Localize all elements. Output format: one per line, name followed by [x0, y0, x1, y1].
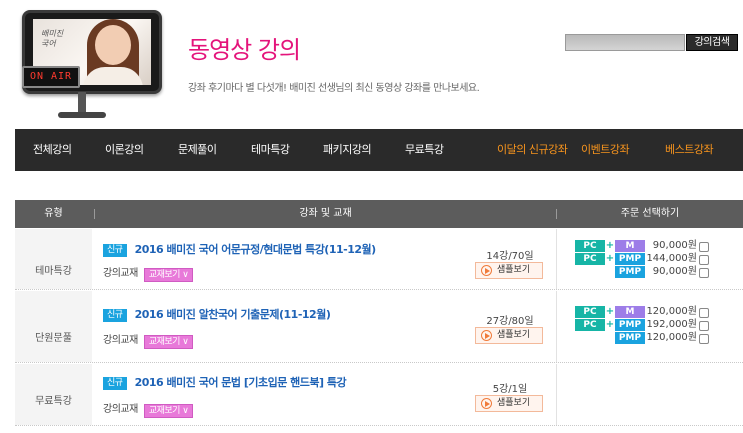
textbook-view-button[interactable]: 교재보기 ∨ [143, 335, 194, 349]
new-badge: 신규 [103, 244, 127, 257]
header-type: 유형 [44, 208, 63, 219]
pmp-tag: PMP [615, 253, 645, 265]
pc-tag: PC [575, 240, 605, 252]
course-title[interactable]: 2016 배미진 국어 어문규정/현대문법 특강(11-12월) [135, 243, 377, 256]
nav-item-event[interactable]: 이벤트강좌 [581, 129, 630, 171]
textbook-label: 강의교재 [103, 335, 138, 346]
search-input[interactable] [565, 34, 685, 51]
price: 144,000원 [646, 253, 697, 264]
mobile-tag: M [615, 306, 645, 318]
pc-tag: PC [575, 253, 605, 265]
order-checkbox[interactable] [699, 334, 709, 344]
price: 120,000원 [646, 332, 697, 343]
table-row: 테마특강 신규 2016 배미진 국어 어문규정/현대문법 특강(11-12월) … [15, 229, 743, 290]
price-option: PC + PMP 192,000원 [575, 319, 709, 332]
pmp-tag: PMP [615, 319, 645, 331]
textbook-area: 강의교재 교재보기 ∨ [103, 264, 194, 282]
play-icon [481, 330, 492, 341]
price-option: PC + M 120,000원 [575, 306, 709, 319]
course-title-link[interactable]: 신규 2016 배미진 알찬국어 기출문제(11-12월) [103, 306, 331, 322]
tv-stand [78, 92, 86, 114]
header-course: 강좌 및 교재 [299, 208, 352, 219]
nav-item-free[interactable]: 무료특강 [405, 129, 444, 171]
textbook-label: 강의교재 [103, 404, 138, 415]
nav-item-monthly-new[interactable]: 이달의 신규강좌 [497, 129, 568, 171]
course-title-link[interactable]: 신규 2016 배미진 국어 문법 [기초입문 핸드북] 특강 [103, 374, 347, 390]
textbook-area: 강의교재 교재보기 ∨ [103, 400, 194, 418]
lecture-count: 14강/70일 [486, 251, 534, 262]
course-title[interactable]: 2016 배미진 알찬국어 기출문제(11-12월) [135, 308, 331, 321]
signature-text: 배미진 국어 [41, 29, 64, 48]
sample-button[interactable]: 샘플보기 [475, 262, 543, 279]
search-button[interactable]: 강의검색 [686, 34, 738, 51]
lecture-count: 27강/80일 [486, 316, 534, 327]
sample-button[interactable]: 샘플보기 [475, 395, 543, 412]
price-option: PMP 90,000원 [615, 266, 709, 279]
price: 90,000원 [652, 266, 697, 277]
on-air-sign: ON AIR [22, 66, 80, 88]
price: 90,000원 [652, 240, 697, 251]
pmp-tag: PMP [615, 332, 645, 344]
nav-item-theme[interactable]: 테마특강 [251, 129, 290, 171]
page-header: 배미진 국어 ON AIR 동영상 강의 강좌 후기마다 별 다섯개! 배미진 … [0, 0, 743, 128]
price-option: PC + M 90,000원 [575, 240, 709, 253]
nav-item-problems[interactable]: 문제풀이 [178, 129, 217, 171]
play-icon [481, 265, 492, 276]
price-option: PMP 120,000원 [615, 332, 709, 345]
sample-button[interactable]: 샘플보기 [475, 327, 543, 344]
type-cell: 단원문풀 [15, 291, 92, 362]
lecture-count: 5강/1일 [492, 384, 528, 395]
pc-tag: PC [575, 306, 605, 318]
order-checkbox[interactable] [699, 268, 709, 278]
table-row: 단원문풀 신규 2016 배미진 알찬국어 기출문제(11-12월) 강의교재 교재… [15, 291, 743, 363]
course-table-header: 유형 강좌 및 교재 주문 선택하기 [15, 200, 743, 228]
category-nav: 전체강의 이론강의 문제풀이 테마특강 패키지강의 무료특강 이달의 신규강좌 … [15, 129, 743, 171]
page-subtitle: 강좌 후기마다 별 다섯개! 배미진 선생님의 최신 동영상 강좌를 만나보세요… [188, 83, 480, 94]
pc-tag: PC [575, 319, 605, 331]
new-badge: 신규 [103, 377, 127, 390]
table-row: 무료특강 신규 2016 배미진 국어 문법 [기초입문 핸드북] 특강 강의교재… [15, 364, 743, 426]
price-option: PC + PMP 144,000원 [575, 253, 709, 266]
nav-item-all[interactable]: 전체강의 [33, 129, 72, 171]
pmp-tag: PMP [615, 266, 645, 278]
price: 120,000원 [646, 306, 697, 317]
tv-base [58, 112, 106, 118]
textbook-view-button[interactable]: 교재보기 ∨ [143, 268, 194, 282]
order-checkbox[interactable] [699, 255, 709, 265]
textbook-label: 강의교재 [103, 268, 138, 279]
textbook-area: 강의교재 교재보기 ∨ [103, 331, 194, 349]
mobile-tag: M [615, 240, 645, 252]
order-checkbox[interactable] [699, 242, 709, 252]
play-icon [481, 398, 492, 409]
nav-item-best[interactable]: 베스트강좌 [665, 129, 714, 171]
price: 192,000원 [646, 319, 697, 330]
type-cell: 테마특강 [15, 229, 92, 289]
course-title[interactable]: 2016 배미진 국어 문법 [기초입문 핸드북] 특강 [135, 376, 347, 389]
new-badge: 신규 [103, 309, 127, 322]
page-title: 동영상 강의 [188, 36, 301, 64]
header-order: 주문 선택하기 [620, 208, 680, 219]
nav-item-theory[interactable]: 이론강의 [105, 129, 144, 171]
order-checkbox[interactable] [699, 321, 709, 331]
order-checkbox[interactable] [699, 308, 709, 318]
textbook-view-button[interactable]: 교재보기 ∨ [143, 404, 194, 418]
nav-item-package[interactable]: 패키지강의 [323, 129, 372, 171]
course-title-link[interactable]: 신규 2016 배미진 국어 어문규정/현대문법 특강(11-12월) [103, 241, 376, 257]
type-cell: 무료특강 [15, 364, 92, 425]
